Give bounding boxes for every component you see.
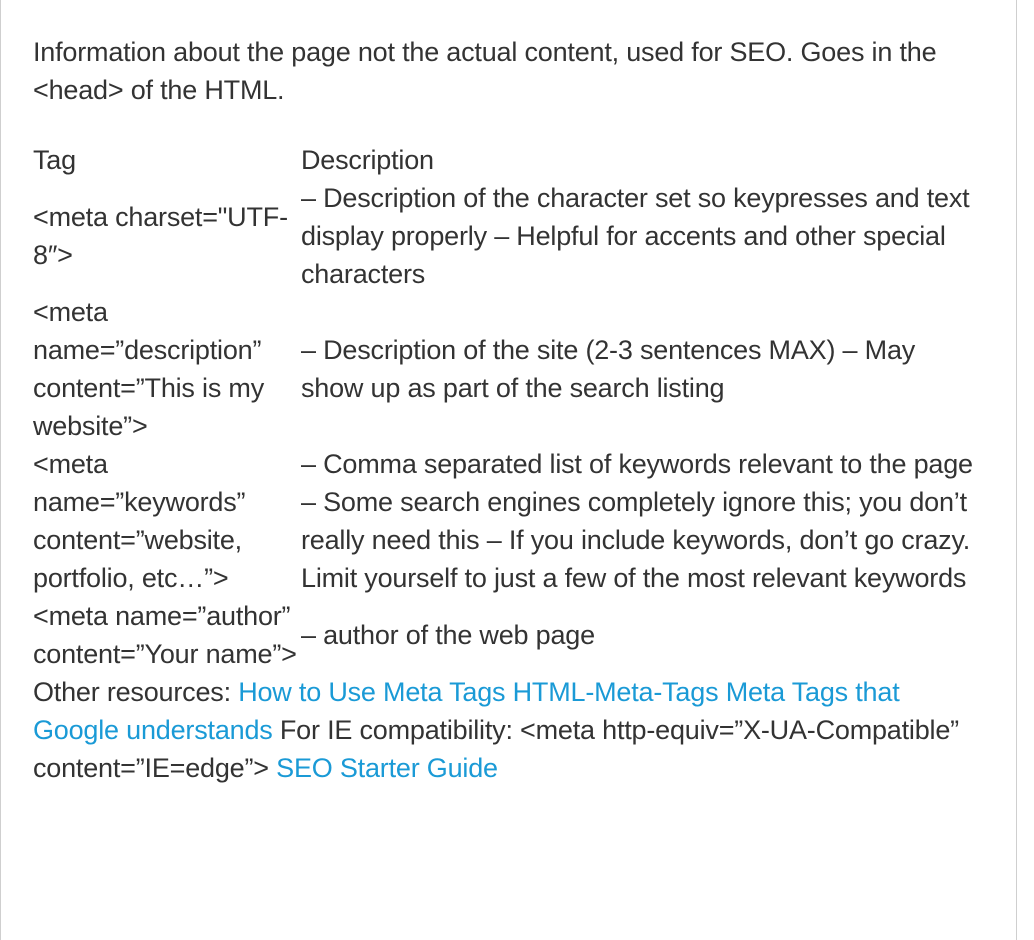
row-tag-cell: <meta name=”author” content=”Your name”> <box>33 601 297 669</box>
table-row: <meta charset="UTF-8″> – Description of … <box>33 179 981 293</box>
link-seo-starter-guide[interactable]: SEO Starter Guide <box>276 753 498 783</box>
resources-label: Other resources: <box>33 677 239 707</box>
header-tag: Tag <box>33 145 76 175</box>
table-row: <meta name=”description” content=”This i… <box>33 293 981 445</box>
intro-paragraph: Information about the page not the actua… <box>33 37 937 105</box>
resources-paragraph: Other resources: How to Use Meta Tags HT… <box>33 673 983 787</box>
meta-tags-table: Tag Description <meta charset="UTF-8″> –… <box>33 141 981 673</box>
row-tag-cell: <meta charset="UTF-8″> <box>33 202 288 270</box>
link-how-to-use-meta-tags[interactable]: How to Use Meta Tags <box>238 677 505 707</box>
content-panel: Information about the page not the actua… <box>0 0 1017 940</box>
table-header-row: Tag Description <box>33 141 981 179</box>
table-row: <meta name=”author” content=”Your name”>… <box>33 597 981 673</box>
table-row: <meta name=”keywords” content=”website, … <box>33 445 981 597</box>
header-description: Description <box>301 145 434 175</box>
link-html-meta-tags[interactable]: HTML-Meta-Tags <box>513 677 719 707</box>
row-tag-cell: <meta name=”keywords” content=”website, … <box>33 449 246 593</box>
row-description-cell: – Description of the site (2-3 sentences… <box>301 335 916 403</box>
row-description-cell: – Description of the character set so ke… <box>301 183 970 289</box>
row-description-cell: – Comma separated list of keywords relev… <box>301 449 973 593</box>
article-body: Information about the page not the actua… <box>33 33 983 787</box>
row-tag-cell: <meta name=”description” content=”This i… <box>33 297 265 441</box>
row-description-cell: – author of the web page <box>301 620 595 650</box>
